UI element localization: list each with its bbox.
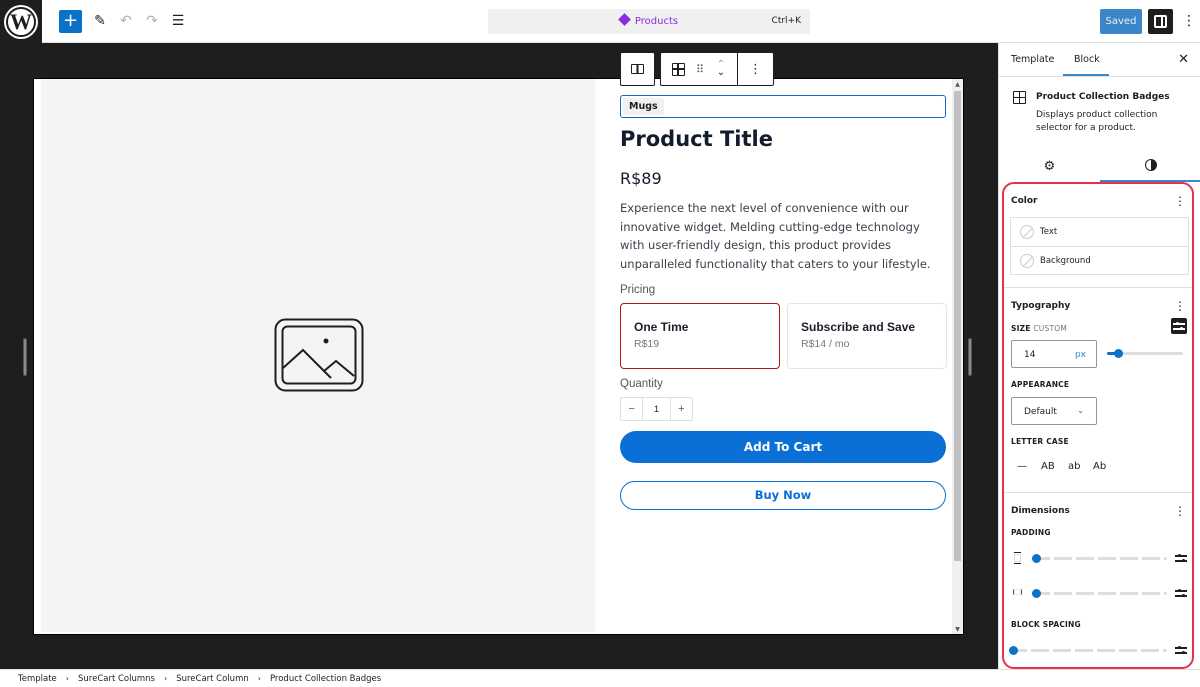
tab-block[interactable]: Block (1074, 54, 1100, 65)
price-choice-subscribe[interactable]: Subscribe and Save R$14 / mo (787, 303, 947, 369)
breadcrumb-item[interactable]: Template (18, 674, 57, 684)
right-resize-handle[interactable] (968, 338, 972, 376)
styles-tab[interactable] (1100, 159, 1200, 175)
block-type-button[interactable] (661, 53, 695, 85)
close-icon[interactable]: ✕ (1178, 52, 1189, 67)
pricing-label: Pricing (620, 284, 656, 296)
block-description: Displays product collection selector for… (1036, 110, 1158, 133)
buy-now-button[interactable]: Buy Now (620, 481, 946, 510)
price-amount: R$19 (634, 338, 660, 350)
wordpress-icon: W (6, 6, 36, 37)
block-toolbar: ⠿ ⌃ ⌄ ⋮ (660, 52, 774, 86)
price-name: One Time (634, 320, 689, 334)
price-name: Subscribe and Save (801, 320, 916, 334)
quantity-decrement-button[interactable]: − (621, 398, 642, 420)
grid-icon (671, 62, 685, 76)
site-editor: W + ✎ ↶ ↷ ☰ Products Ctrl+K Saved ⋮ Mugs… (0, 0, 1200, 687)
product-image-area[interactable] (41, 79, 595, 632)
product-price: R$89 (620, 169, 662, 188)
styles-contrast-icon (1144, 159, 1157, 171)
canvas-frame: Mugs Product Title R$89 Experience the n… (33, 78, 964, 635)
block-options-icon[interactable]: ⋮ (738, 53, 773, 85)
scroll-down-arrow[interactable]: ▼ (953, 626, 962, 633)
breadcrumb-item[interactable]: SureCart Columns (78, 674, 155, 684)
product-description: Experience the next level of convenience… (620, 201, 931, 271)
command-title: Products (488, 13, 810, 27)
block-inserter-button[interactable]: + (59, 10, 82, 33)
quantity-increment-button[interactable]: + (671, 398, 692, 420)
pencil-icon[interactable]: ✎ (90, 11, 110, 31)
quantity-input[interactable]: 1 (642, 398, 671, 420)
sidebar-tabs: Template Block ✕ (999, 43, 1200, 77)
move-down-icon[interactable]: ⌄ (717, 68, 725, 78)
wordpress-logo-button[interactable]: W (0, 0, 42, 43)
add-to-cart-button[interactable]: Add To Cart (620, 431, 946, 463)
scrollbar-thumb[interactable] (954, 91, 961, 561)
options-menu-icon[interactable]: ⋮ (1182, 12, 1196, 30)
active-tab-indicator (1063, 74, 1109, 76)
quantity-label: Quantity (620, 378, 663, 390)
drag-handle-icon[interactable]: ⠿ (695, 53, 705, 85)
column-icon (631, 64, 644, 74)
redo-icon[interactable]: ↷ (142, 11, 162, 31)
sidebar-icon (1154, 15, 1167, 28)
styles-highlight-outline (1002, 182, 1194, 669)
canvas-scrollbar[interactable]: ▲ ▼ (952, 79, 963, 634)
image-placeholder-icon (274, 318, 364, 392)
command-palette-bar[interactable]: Products Ctrl+K (488, 9, 810, 34)
breadcrumb-item[interactable]: SureCart Column (176, 674, 249, 684)
chevron-right-icon: › (257, 674, 261, 683)
settings-panel-toggle[interactable] (1148, 9, 1173, 34)
chevron-right-icon: › (163, 674, 168, 683)
grid-icon (1013, 91, 1026, 104)
chevron-right-icon: › (65, 674, 69, 683)
breadcrumb: Template › SureCart Columns › SureCart Col… (0, 669, 1200, 687)
price-amount: R$14 / mo (801, 338, 850, 350)
collection-badges-block[interactable]: Mugs (620, 95, 946, 118)
inspector-subtabs: ⚙ (999, 151, 1200, 182)
undo-icon[interactable]: ↶ (116, 11, 136, 31)
parent-block-selector[interactable] (620, 52, 655, 86)
left-resize-handle[interactable] (23, 338, 27, 376)
collection-badge[interactable]: Mugs (623, 98, 664, 115)
document-overview-icon[interactable]: ☰ (168, 11, 188, 31)
move-buttons: ⌃ ⌄ (705, 53, 738, 85)
editor-header: W + ✎ ↶ ↷ ☰ Products Ctrl+K Saved ⋮ (0, 0, 1200, 43)
saved-button[interactable]: Saved (1100, 9, 1142, 34)
breadcrumb-item-current: Product Collection Badges (269, 673, 382, 684)
scroll-up-arrow[interactable]: ▲ (953, 81, 962, 88)
template-diamond-icon (618, 13, 631, 26)
command-title-text: Products (634, 16, 679, 27)
command-shortcut: Ctrl+K (771, 16, 801, 26)
editor-canvas: Mugs Product Title R$89 Experience the n… (0, 43, 998, 669)
product-title: Product Title (620, 127, 773, 151)
price-choice-one-time[interactable]: One Time R$19 (620, 303, 780, 369)
tab-template[interactable]: Template (1011, 54, 1054, 65)
settings-tab-gear-icon[interactable]: ⚙ (999, 159, 1100, 174)
block-title: Product Collection Badges (1036, 92, 1170, 102)
quantity-stepper: − 1 + (620, 397, 693, 421)
